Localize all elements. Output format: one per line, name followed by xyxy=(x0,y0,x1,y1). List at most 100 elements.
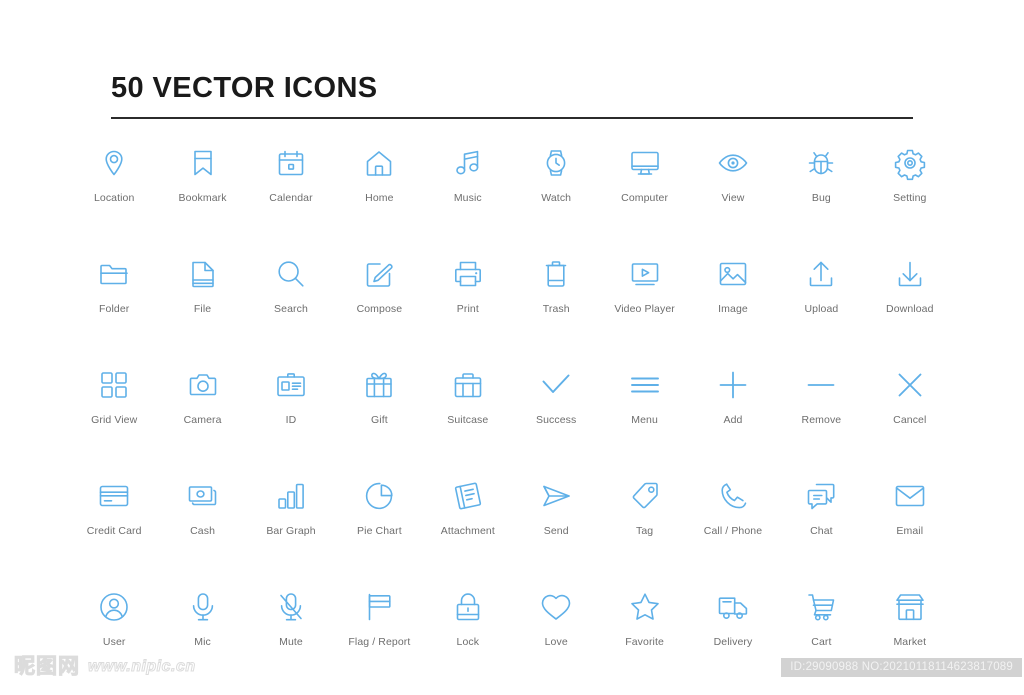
icon-label: Cart xyxy=(811,636,832,648)
icon-label: Credit Card xyxy=(86,525,142,537)
cross-cancel-icon xyxy=(893,368,927,402)
icon-cell-image[interactable]: Image xyxy=(689,251,777,362)
icon-cell-favorite[interactable]: Favorite xyxy=(600,584,688,695)
icon-label: Watch xyxy=(541,192,572,204)
icon-cell-location[interactable]: Location xyxy=(70,140,158,251)
icon-label: Location xyxy=(93,192,135,204)
image-picture-icon xyxy=(716,257,750,291)
icon-label: Bug xyxy=(811,192,831,204)
watermark-logo: 昵图网 www.nipic.cn xyxy=(14,655,196,678)
icon-cell-tag[interactable]: Tag xyxy=(600,473,688,584)
icon-label: ID xyxy=(285,414,297,426)
icon-cell-suitcase[interactable]: Suitcase xyxy=(424,362,512,473)
icon-cell-menu[interactable]: Menu xyxy=(600,362,688,473)
icon-cell-email[interactable]: Email xyxy=(866,473,954,584)
icon-cell-cancel[interactable]: Cancel xyxy=(866,362,954,473)
icon-cell-lock[interactable]: Lock xyxy=(424,584,512,695)
icon-cell-view[interactable]: View xyxy=(689,140,777,251)
icon-label: Flag / Report xyxy=(348,636,411,648)
trash-bin-icon xyxy=(539,257,573,291)
title-block: 50 VECTOR ICONS xyxy=(111,70,913,119)
icon-cell-add[interactable]: Add xyxy=(689,362,777,473)
tag-icon xyxy=(628,479,662,513)
icon-cell-chat[interactable]: Chat xyxy=(777,473,865,584)
icon-cell-home[interactable]: Home xyxy=(335,140,423,251)
icon-cell-market[interactable]: Market xyxy=(866,584,954,695)
icon-cell-search[interactable]: Search xyxy=(247,251,335,362)
icon-label: Bar Graph xyxy=(266,525,316,537)
icon-label: Image xyxy=(718,303,748,315)
icon-cell-folder[interactable]: Folder xyxy=(70,251,158,362)
icon-cell-music[interactable]: Music xyxy=(424,140,512,251)
icon-cell-flag-report[interactable]: Flag / Report xyxy=(335,584,423,695)
icon-cell-watch[interactable]: Watch xyxy=(512,140,600,251)
icon-label: Menu xyxy=(631,414,658,426)
icon-label: Attachment xyxy=(440,525,495,537)
icon-cell-pie-chart[interactable]: Pie Chart xyxy=(335,473,423,584)
cash-money-icon xyxy=(186,479,220,513)
icon-label: Music xyxy=(453,192,482,204)
icon-cell-remove[interactable]: Remove xyxy=(777,362,865,473)
icon-cell-delivery[interactable]: Delivery xyxy=(689,584,777,695)
icon-cell-computer[interactable]: Computer xyxy=(600,140,688,251)
icon-label: Video Player xyxy=(614,303,675,315)
icon-cell-print[interactable]: Print xyxy=(424,251,512,362)
icon-label: Chat xyxy=(810,525,833,537)
microphone-icon xyxy=(186,590,220,624)
page-title: 50 VECTOR ICONS xyxy=(111,72,378,104)
gear-setting-icon xyxy=(893,146,927,181)
icon-label: Tag xyxy=(635,525,654,537)
icon-cell-grid-view[interactable]: Grid View xyxy=(70,362,158,473)
icon-cell-bar-graph[interactable]: Bar Graph xyxy=(247,473,335,584)
icon-label: Send xyxy=(543,525,569,537)
icon-cell-bookmark[interactable]: Bookmark xyxy=(158,140,246,251)
icon-cell-cart[interactable]: Cart xyxy=(777,584,865,695)
icon-cell-camera[interactable]: Camera xyxy=(158,362,246,473)
icon-cell-success[interactable]: Success xyxy=(512,362,600,473)
icon-cell-love[interactable]: Love xyxy=(512,584,600,695)
icon-cell-credit-card[interactable]: Credit Card xyxy=(70,473,158,584)
icon-label: Love xyxy=(544,636,568,648)
icon-cell-download[interactable]: Download xyxy=(866,251,954,362)
icon-label: Market xyxy=(893,636,927,648)
icon-cell-user[interactable]: User xyxy=(70,584,158,695)
icon-cell-compose[interactable]: Compose xyxy=(335,251,423,362)
icon-cell-setting[interactable]: Setting xyxy=(866,140,954,251)
icon-label: Cash xyxy=(190,525,216,537)
icon-label: Add xyxy=(723,414,743,426)
icon-sheet: 50 VECTOR ICONS Location Bookmark Calend… xyxy=(0,0,1024,690)
file-document-icon xyxy=(186,257,220,291)
music-note-icon xyxy=(451,146,485,180)
icon-cell-mic[interactable]: Mic xyxy=(158,584,246,695)
icon-label: Call / Phone xyxy=(703,525,763,537)
title-divider xyxy=(111,117,913,119)
icon-cell-cash[interactable]: Cash xyxy=(158,473,246,584)
icon-cell-attachment[interactable]: Attachment xyxy=(424,473,512,584)
icon-cell-file[interactable]: File xyxy=(158,251,246,362)
icon-label: Computer xyxy=(621,192,669,204)
bookmark-icon xyxy=(186,146,220,180)
icon-label: Trash xyxy=(542,303,570,315)
icon-cell-bug[interactable]: Bug xyxy=(777,140,865,251)
icon-cell-gift[interactable]: Gift xyxy=(335,362,423,473)
chat-bubbles-icon xyxy=(804,479,838,513)
star-favorite-icon xyxy=(628,590,662,624)
icon-cell-send[interactable]: Send xyxy=(512,473,600,584)
icon-cell-upload[interactable]: Upload xyxy=(777,251,865,362)
icon-cell-trash[interactable]: Trash xyxy=(512,251,600,362)
icon-cell-video-player[interactable]: Video Player xyxy=(600,251,688,362)
icon-cell-mute[interactable]: Mute xyxy=(247,584,335,695)
icon-label: Email xyxy=(896,525,924,537)
icon-cell-calendar[interactable]: Calendar xyxy=(247,140,335,251)
grid-view-icon xyxy=(97,368,131,402)
suitcase-icon xyxy=(451,368,485,402)
watermark-brand-mark: 昵图网 xyxy=(14,655,80,678)
icon-label: Print xyxy=(456,303,479,315)
icon-label: Grid View xyxy=(91,414,138,426)
eye-view-icon xyxy=(716,146,750,180)
heart-love-icon xyxy=(539,590,573,624)
flag-report-icon xyxy=(362,590,396,624)
icon-label: Suitcase xyxy=(447,414,489,426)
icon-cell-id[interactable]: ID xyxy=(247,362,335,473)
icon-cell-call-phone[interactable]: Call / Phone xyxy=(689,473,777,584)
